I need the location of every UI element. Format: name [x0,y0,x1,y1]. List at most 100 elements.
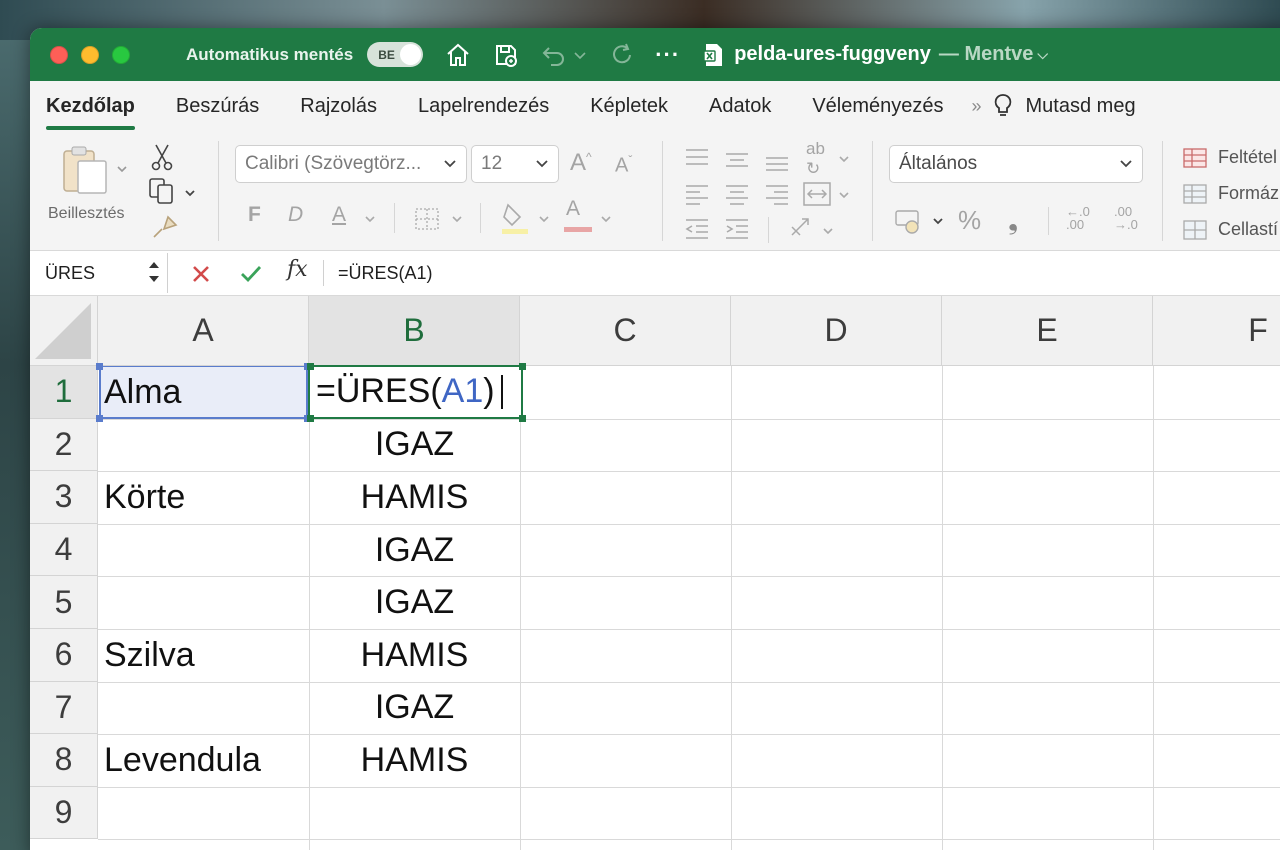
font-name-dropdown[interactable]: Calibri (Szövegtörz... [235,145,467,183]
cell-a5[interactable] [98,576,309,629]
copy-icon[interactable] [148,177,178,205]
underline-dropdown-icon[interactable] [364,213,376,225]
more-tabs-icon[interactable]: » [972,96,982,117]
align-right-icon[interactable] [764,183,790,205]
column-header-f[interactable]: F [1153,296,1280,366]
row-header-5[interactable]: 5 [30,576,98,629]
cell-b1-editor[interactable]: =ÜRES(A1) [308,365,523,419]
decrease-decimal-icon[interactable]: .00 →.0 [1114,205,1138,231]
format-painter-icon[interactable] [150,215,178,241]
chevron-down-icon[interactable]: ⌵ [1037,46,1048,63]
decrease-indent-icon[interactable] [684,217,710,239]
column-header-d[interactable]: D [731,296,942,366]
cell-b2[interactable]: IGAZ [309,419,520,472]
bold-button[interactable]: F [248,203,261,227]
row-header-9[interactable]: 9 [30,786,98,840]
row-header-7[interactable]: 7 [30,681,98,735]
cancel-icon[interactable] [188,261,214,287]
align-middle-icon[interactable] [724,149,750,171]
save-icon[interactable] [493,42,519,68]
underline-button[interactable]: A [332,203,346,227]
cell-styles-icon[interactable] [1182,219,1208,241]
row-header-1[interactable]: 1 [30,366,98,419]
borders-dropdown-icon[interactable] [451,213,463,225]
merge-center-icon[interactable] [802,181,832,207]
more-commands-icon[interactable]: ··· [655,42,680,68]
comma-style-button[interactable]: ❟ [1008,205,1018,237]
font-color-dropdown-icon[interactable] [600,213,612,225]
cell-b8[interactable]: HAMIS [309,734,520,787]
column-header-b[interactable]: B [309,296,520,366]
cell-b4[interactable]: IGAZ [309,524,520,577]
percent-style-button[interactable]: % [958,205,981,236]
row-header-4[interactable]: 4 [30,523,98,577]
orientation-dropdown-icon[interactable] [838,153,850,165]
cell-b5[interactable]: IGAZ [309,576,520,629]
tell-me-search[interactable]: Mutasd meg [1026,95,1136,118]
cell-b6[interactable]: HAMIS [309,629,520,682]
autosave-toggle[interactable]: BE [367,42,424,67]
cell-styles-label[interactable]: Cellastí [1218,219,1278,240]
paste-dropdown-icon[interactable] [116,163,128,175]
font-color-button[interactable]: A [566,197,580,221]
number-format-dropdown[interactable]: Általános [889,145,1143,183]
minimize-window-button[interactable] [81,45,99,64]
align-bottom-icon[interactable] [764,151,790,173]
undo-icon[interactable] [541,42,567,68]
column-header-a[interactable]: A [98,296,309,366]
font-size-dropdown[interactable]: 12 [471,145,559,183]
accounting-format-icon[interactable] [894,209,924,235]
zoom-window-button[interactable] [112,45,130,64]
increase-indent-icon[interactable] [724,217,750,239]
italic-button[interactable]: D [288,203,303,227]
home-icon[interactable] [445,42,471,68]
format-as-table-label[interactable]: Formáz [1218,183,1279,204]
conditional-formatting-icon[interactable] [1182,147,1208,169]
increase-font-size-icon[interactable]: A^ [570,149,592,177]
tab-insert[interactable]: Beszúrás [176,95,259,118]
tab-draw[interactable]: Rajzolás [300,95,377,118]
insert-function-icon[interactable]: fx [287,257,313,283]
cell-a4[interactable] [98,524,309,577]
cell-a2[interactable] [98,419,309,472]
selection-handle[interactable] [519,414,526,422]
cell-a6[interactable]: Szilva [98,629,309,682]
selection-handle[interactable] [307,414,314,422]
close-window-button[interactable] [50,45,68,64]
selection-handle[interactable] [519,363,526,370]
conditional-formatting-label[interactable]: Feltétel [1218,147,1277,168]
name-box-stepper-icon[interactable] [147,258,161,286]
cell-a9[interactable] [98,787,309,840]
accounting-dropdown-icon[interactable] [932,215,944,227]
borders-icon[interactable] [414,207,440,231]
formula-input[interactable]: =ÜRES(A1) [338,263,433,284]
row-header-8[interactable]: 8 [30,734,98,787]
selection-handle[interactable] [307,363,314,370]
enter-check-icon[interactable] [238,261,264,287]
tab-home[interactable]: Kezdőlap [46,95,135,130]
cell-a8[interactable]: Levendula [98,734,309,787]
name-box[interactable]: ÜRES [30,253,168,293]
tab-review[interactable]: Véleményezés [812,95,943,118]
orientation-icon[interactable]: ab ↻ [806,139,825,179]
cell-b3[interactable]: HAMIS [309,471,520,524]
merge-dropdown-icon[interactable] [838,189,850,201]
align-top-icon[interactable] [684,147,710,169]
decrease-font-size-icon[interactable]: Aˇ [615,153,632,178]
select-all-button[interactable] [30,296,98,366]
fill-color-dropdown-icon[interactable] [538,213,550,225]
cut-icon[interactable] [150,143,174,171]
align-center-icon[interactable] [724,183,750,205]
cell-a3[interactable]: Körte [98,471,309,524]
text-direction-dropdown-icon[interactable] [822,225,834,237]
row-header-2[interactable]: 2 [30,418,98,472]
increase-decimal-icon[interactable]: ←.0.00 [1066,205,1090,231]
align-left-icon[interactable] [684,183,710,205]
fill-color-icon[interactable] [500,201,530,235]
cell-a1[interactable]: Alma [98,366,309,419]
column-header-e[interactable]: E [942,296,1153,366]
undo-dropdown-icon[interactable] [573,42,587,68]
text-direction-icon[interactable] [788,215,816,241]
paste-icon[interactable] [62,145,110,197]
tab-page-layout[interactable]: Lapelrendezés [418,95,549,118]
